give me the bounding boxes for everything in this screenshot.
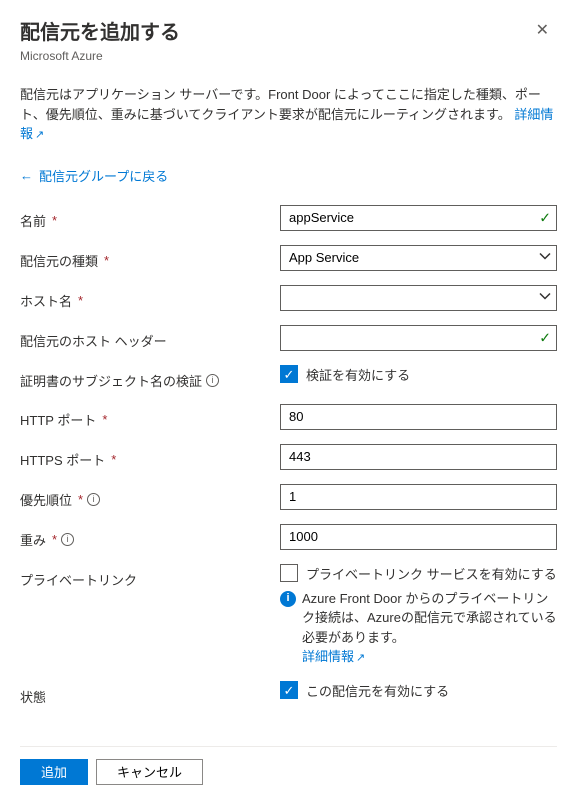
http-port-label: HTTP ポート*: [20, 404, 280, 429]
info-blue-icon: i: [280, 591, 296, 607]
weight-label: 重み* i: [20, 524, 280, 549]
close-icon[interactable]: ✕: [528, 16, 557, 44]
private-link-checkbox[interactable]: [280, 564, 298, 582]
external-link-icon: ↗: [356, 652, 365, 664]
host-header-label: 配信元のホスト ヘッダー: [20, 325, 280, 350]
private-link-note: Azure Front Door からのプライベートリンク接続は、Azureの配…: [302, 589, 557, 667]
cert-validation-checkbox[interactable]: [280, 365, 298, 383]
https-port-label: HTTPS ポート*: [20, 444, 280, 469]
info-icon[interactable]: i: [61, 533, 74, 546]
priority-label: 優先順位* i: [20, 484, 280, 509]
origin-type-label: 配信元の種類*: [20, 245, 280, 270]
cancel-button[interactable]: キャンセル: [96, 759, 203, 785]
weight-input[interactable]: [280, 524, 557, 550]
host-name-select[interactable]: [280, 285, 557, 311]
origin-type-select[interactable]: [280, 245, 557, 271]
name-label: 名前*: [20, 205, 280, 230]
back-link[interactable]: ← 配信元グループに戻る: [20, 166, 168, 185]
private-link-checkbox-label: プライベートリンク サービスを有効にする: [306, 564, 557, 583]
https-port-input[interactable]: [280, 444, 557, 470]
private-link-more-info[interactable]: 詳細情報↗: [302, 649, 365, 664]
http-port-input[interactable]: [280, 404, 557, 430]
status-label: 状態: [20, 681, 280, 706]
cert-subject-label: 証明書のサブジェクト名の検証 i: [20, 365, 280, 390]
status-checkbox-label: この配信元を有効にする: [306, 681, 449, 700]
panel-subtitle: Microsoft Azure: [20, 49, 557, 63]
panel-title: 配信元を追加する: [20, 16, 180, 45]
info-icon[interactable]: i: [206, 374, 219, 387]
description-text: 配信元はアプリケーション サーバーです。Front Door によってここに指定…: [20, 85, 557, 144]
name-input[interactable]: [280, 205, 557, 231]
external-link-icon: ↗: [35, 129, 44, 141]
cert-validation-checkbox-label: 検証を有効にする: [306, 365, 410, 384]
arrow-left-icon: ←: [20, 168, 33, 183]
add-button[interactable]: 追加: [20, 759, 88, 785]
host-name-label: ホスト名*: [20, 285, 280, 310]
private-link-label: プライベートリンク: [20, 564, 280, 589]
status-checkbox[interactable]: [280, 681, 298, 699]
host-header-input[interactable]: [280, 325, 557, 351]
info-icon[interactable]: i: [87, 493, 100, 506]
priority-input[interactable]: [280, 484, 557, 510]
